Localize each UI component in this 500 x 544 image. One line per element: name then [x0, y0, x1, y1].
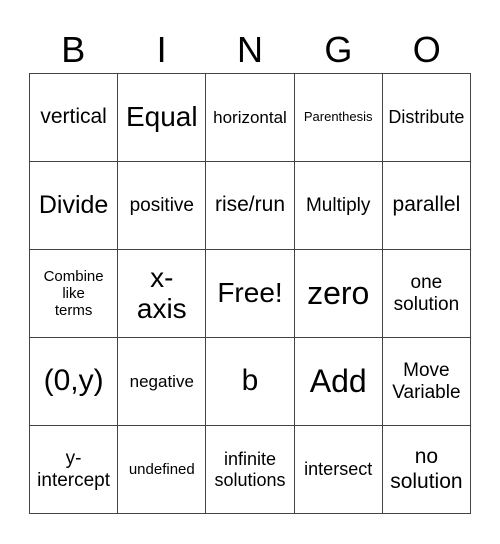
header-letter-i: I	[156, 29, 167, 70]
bingo-cell[interactable]: Combine like terms	[30, 250, 119, 338]
bingo-cell[interactable]: (0,y)	[30, 338, 119, 426]
bingo-cell[interactable]: horizontal	[206, 74, 295, 162]
bingo-cell[interactable]: Parenthesis	[294, 74, 383, 162]
bingo-cell[interactable]: one solution	[382, 250, 471, 338]
bingo-cell[interactable]: undefined	[118, 426, 207, 514]
header-letter-o: O	[412, 29, 441, 70]
bingo-cell[interactable]: Multiply	[294, 162, 383, 250]
bingo-cell[interactable]: Divide	[30, 162, 119, 250]
bingo-cell[interactable]: infinite solutions	[206, 426, 295, 514]
bingo-cell[interactable]: intersect	[294, 426, 383, 514]
bingo-cell[interactable]: negative	[118, 338, 207, 426]
bingo-grid: vertical Equal horizontal Parenthesis Di…	[29, 73, 471, 514]
bingo-cell[interactable]: rise/run	[206, 162, 295, 250]
bingo-cell[interactable]: parallel	[382, 162, 471, 250]
free-space-cell[interactable]: Free!	[206, 250, 295, 338]
bingo-cell[interactable]: Move Variable	[382, 338, 471, 426]
bingo-cell[interactable]: no solution	[382, 426, 471, 514]
bingo-cell[interactable]: zero	[294, 250, 383, 338]
bingo-cell[interactable]: Add	[294, 338, 383, 426]
bingo-cell[interactable]: x-axis	[118, 250, 207, 338]
header-letter-g: G	[324, 29, 353, 70]
header-letter-n: N	[236, 29, 263, 70]
bingo-cell[interactable]: Equal	[118, 74, 207, 162]
bingo-cell[interactable]: b	[206, 338, 295, 426]
bingo-cell[interactable]: y-intercept	[30, 426, 119, 514]
bingo-cell[interactable]: Distribute	[382, 74, 471, 162]
bingo-cell[interactable]: positive	[118, 162, 207, 250]
bingo-cell[interactable]: vertical	[30, 74, 119, 162]
bingo-header: B I N G O	[29, 28, 471, 72]
header-letter-b: B	[61, 29, 86, 70]
